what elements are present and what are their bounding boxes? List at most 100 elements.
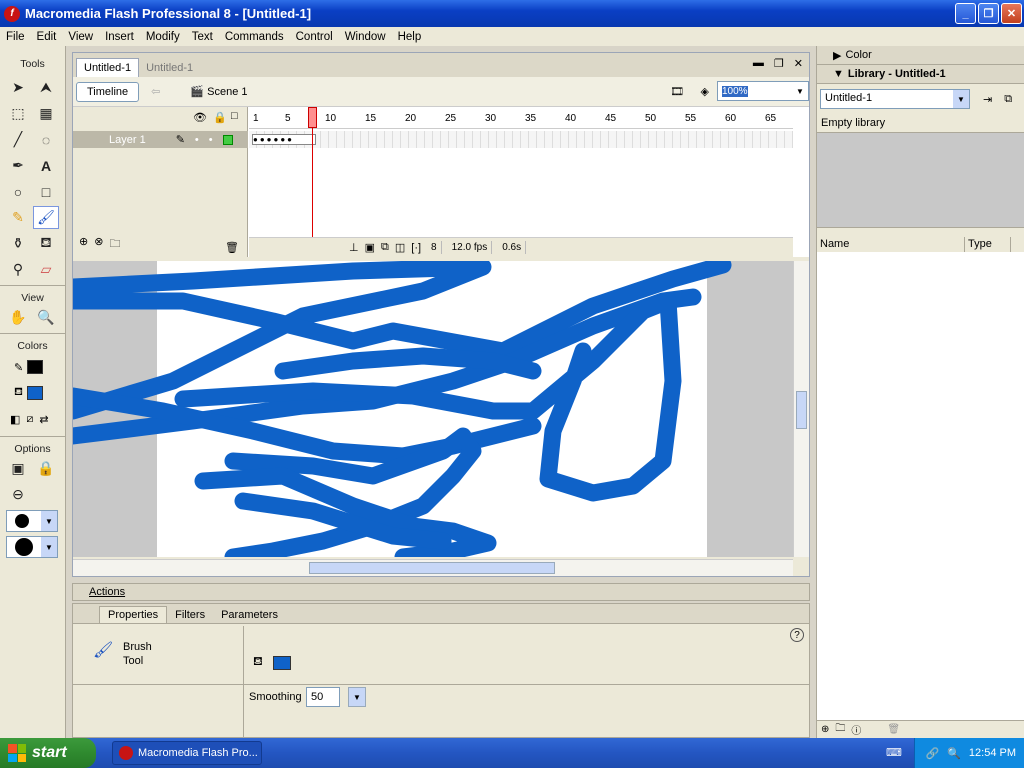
timeline-button[interactable]: Timeline	[76, 81, 140, 102]
brush-strokes[interactable]	[73, 261, 793, 557]
doc-tab-active[interactable]: Untitled-1	[76, 58, 140, 77]
doc-tab-inactive[interactable]: Untitled-1	[139, 59, 200, 77]
line-tool-icon[interactable]: ╱	[5, 128, 31, 151]
eraser-tool-icon[interactable]: ▱	[33, 258, 59, 281]
free-transform-tool-icon[interactable]: ⬚	[5, 102, 31, 125]
menu-modify[interactable]: Modify	[140, 31, 186, 43]
insert-layer-icon[interactable]: ⊕	[79, 235, 88, 254]
menu-text[interactable]: Text	[186, 31, 219, 43]
menu-edit[interactable]: Edit	[31, 31, 63, 43]
delete-layer-icon[interactable]: 🗑	[225, 241, 239, 254]
network-icon[interactable]: 🔗	[926, 747, 940, 760]
zoom-tool-icon[interactable]: 🔍	[33, 306, 59, 329]
frame-row[interactable]: ●●●●●●	[249, 131, 793, 148]
edit-symbols-icon[interactable]: ◈	[701, 85, 709, 98]
keyboard-icon[interactable]: ⌨	[886, 746, 902, 759]
frame-ruler[interactable]: 1 5 10 15 20 25 30 35 40 45 50 55 60 65	[249, 107, 793, 129]
new-library-icon[interactable]: ⧉	[1004, 93, 1012, 106]
fill-color-swatch[interactable]	[27, 386, 43, 400]
doc-close-icon[interactable]: ✕	[794, 57, 803, 70]
smoothing-input[interactable]: 50	[306, 687, 340, 707]
properties-icon[interactable]: ⓘ	[851, 722, 861, 737]
col-type[interactable]: Type	[965, 237, 1011, 252]
menu-file[interactable]: File	[0, 31, 31, 43]
layer-name[interactable]: Layer 1	[109, 134, 146, 146]
playhead[interactable]	[308, 107, 317, 128]
gradient-transform-tool-icon[interactable]: ▦	[33, 102, 59, 125]
paint-bucket-tool-icon[interactable]: ⛾	[33, 232, 59, 255]
pen-tool-icon[interactable]: ✒	[5, 154, 31, 177]
search-icon[interactable]: 🔍	[947, 747, 961, 760]
tab-properties[interactable]: Properties	[99, 606, 168, 623]
close-button[interactable]: ✕	[1001, 3, 1022, 24]
stage-vertical-scrollbar[interactable]	[793, 261, 809, 557]
edit-scene-icon[interactable]: 🎞	[670, 85, 684, 98]
layer-color-icon[interactable]	[222, 134, 233, 145]
pin-library-icon[interactable]: ⇥	[983, 93, 992, 106]
frame-rate[interactable]: 12.0 fps	[448, 241, 493, 254]
swap-colors-icon[interactable]: ⇄	[39, 413, 48, 426]
v-thumb[interactable]	[796, 391, 807, 429]
brush-shape-select[interactable]: ▼	[6, 536, 58, 558]
keyframes[interactable]: ●●●●●●	[252, 134, 316, 145]
black-white-icon[interactable]: ◧	[10, 413, 20, 426]
taskbar-flash-button[interactable]: Macromedia Flash Pro...	[112, 741, 262, 765]
ink-bottle-tool-icon[interactable]: ⚱	[5, 232, 31, 255]
add-guide-icon[interactable]: ⊗	[94, 235, 103, 254]
menu-window[interactable]: Window	[339, 31, 392, 43]
outline-icon[interactable]: □	[231, 110, 238, 122]
doc-restore-icon[interactable]: ❐	[774, 57, 784, 70]
brush-tool-icon[interactable]: 🖌	[33, 206, 59, 229]
brush-mode-icon[interactable]: ⊖	[5, 483, 31, 506]
actions-label[interactable]: Actions	[89, 586, 125, 598]
eye-icon[interactable]: 👁	[193, 111, 207, 124]
edit-multiple-icon[interactable]: ◫	[395, 241, 405, 254]
subselection-tool-icon[interactable]: ⮝	[33, 76, 59, 99]
stage-area[interactable]	[73, 261, 793, 557]
no-color-icon[interactable]: ⧄	[26, 413, 33, 426]
menu-insert[interactable]: Insert	[99, 31, 140, 43]
center-frame-icon[interactable]: ⊥	[349, 241, 359, 254]
menu-commands[interactable]: Commands	[219, 31, 290, 43]
stage-horizontal-scrollbar[interactable]	[73, 559, 793, 576]
col-name[interactable]: Name	[817, 237, 965, 252]
brush-size-select[interactable]: ▼	[6, 510, 58, 532]
onion-markers-icon[interactable]: [·]	[411, 242, 421, 254]
menu-help[interactable]: Help	[392, 31, 428, 43]
menu-view[interactable]: View	[62, 31, 99, 43]
object-drawing-icon[interactable]: ▣	[5, 457, 31, 480]
back-arrow-icon[interactable]: ⇦	[151, 85, 160, 98]
new-folder-icon[interactable]: 🗀	[835, 721, 845, 738]
pencil-tool-icon[interactable]: ✎	[5, 206, 31, 229]
h-thumb[interactable]	[309, 562, 555, 574]
lock-icon[interactable]: 🔒	[213, 111, 227, 124]
layer-row[interactable]: Layer 1 ✎ • •	[73, 131, 248, 148]
help-icon[interactable]: ?	[790, 628, 804, 642]
text-tool-icon[interactable]: A	[33, 154, 59, 177]
start-button[interactable]: start	[0, 738, 96, 768]
tab-filters[interactable]: Filters	[167, 607, 213, 623]
chevron-down-icon[interactable]: ▼	[348, 687, 366, 707]
visible-dot-icon[interactable]: •	[195, 134, 199, 146]
stroke-color-swatch[interactable]	[27, 360, 44, 374]
delete-icon[interactable]: 🗑	[887, 724, 900, 735]
oval-tool-icon[interactable]: ○	[5, 180, 31, 203]
library-select[interactable]: Untitled-1 ▼	[820, 89, 970, 109]
fill-color-swatch[interactable]	[273, 656, 291, 670]
tab-parameters[interactable]: Parameters	[213, 607, 286, 623]
rectangle-tool-icon[interactable]: □	[33, 180, 59, 203]
onion-skin-icon[interactable]: ▣	[365, 241, 375, 254]
color-panel-header[interactable]: ▶ Color	[817, 46, 1024, 65]
hand-tool-icon[interactable]: ✋	[5, 306, 31, 329]
zoom-select[interactable]: 100% ▼	[717, 81, 809, 101]
library-list[interactable]	[817, 252, 1024, 720]
library-panel-header[interactable]: ▼ Library - Untitled-1	[817, 65, 1024, 84]
actions-panel-header[interactable]: Actions	[72, 583, 810, 601]
doc-minimize-icon[interactable]: ▬	[753, 57, 764, 70]
selection-tool-icon[interactable]: ➤	[5, 76, 31, 99]
new-symbol-icon[interactable]: ⊕	[821, 724, 829, 735]
minimize-button[interactable]: _	[955, 3, 976, 24]
insert-folder-icon[interactable]: 🗀	[109, 235, 120, 254]
lock-dot-icon[interactable]: •	[209, 134, 213, 146]
lock-fill-icon[interactable]: 🔒	[33, 457, 59, 480]
